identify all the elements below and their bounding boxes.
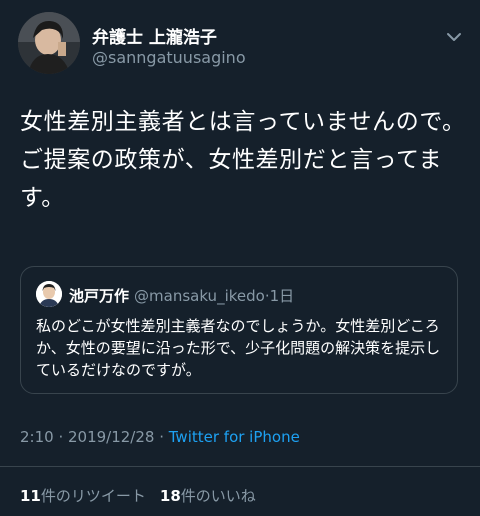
likes-label: 件のいいね — [180, 487, 256, 505]
likes-count: 18 — [159, 487, 181, 505]
quoted-author-avatar — [36, 281, 62, 307]
author-avatar[interactable] — [18, 12, 80, 74]
tweet-stats: 11件のリツイート 18件のいいね — [20, 485, 256, 506]
quoted-tweet-header: 池戸万作 @mansaku_ikedo·1日 — [69, 285, 294, 306]
tweet-card: 弁護士 上瀧浩子 @sanngatuusagino 女性差別主義者とは言っていま… — [0, 0, 480, 516]
quoted-author-name: 池戸万作 — [69, 287, 130, 305]
quoted-tweet-text: 私のどこが女性差別主義者なのでしょうか。女性差別どころか、女性の要望に沿った形で… — [36, 317, 441, 379]
tweet-meta: 2:10 · 2019/12/28 · Twitter for iPhone — [20, 428, 300, 446]
author-handle[interactable]: @sanngatuusagino — [92, 48, 246, 67]
retweets-label: 件のリツイート — [40, 487, 146, 505]
tweet-timestamp[interactable]: 2:10 · 2019/12/28 · — [20, 428, 169, 446]
tweet-text: 女性差別主義者とは言っていませんので。ご提案の政策が、女性差別だと言ってます。 — [20, 109, 466, 211]
author-display-name[interactable]: 弁護士 上瀧浩子 — [92, 23, 217, 48]
tweet-source-link[interactable]: Twitter for iPhone — [169, 428, 300, 446]
likes-stat[interactable]: 18件のいいね — [160, 487, 256, 505]
divider — [0, 466, 480, 467]
quoted-tweet[interactable]: 池戸万作 @mansaku_ikedo·1日 私のどこが女性差別主義者なのでしょう… — [20, 266, 458, 394]
quoted-author-handle: @mansaku_ikedo — [134, 287, 265, 305]
retweets-count: 11 — [20, 487, 41, 505]
chevron-down-icon[interactable] — [443, 26, 465, 48]
quoted-time: 1日 — [269, 287, 295, 305]
retweets-stat[interactable]: 11件のリツイート — [20, 487, 146, 505]
